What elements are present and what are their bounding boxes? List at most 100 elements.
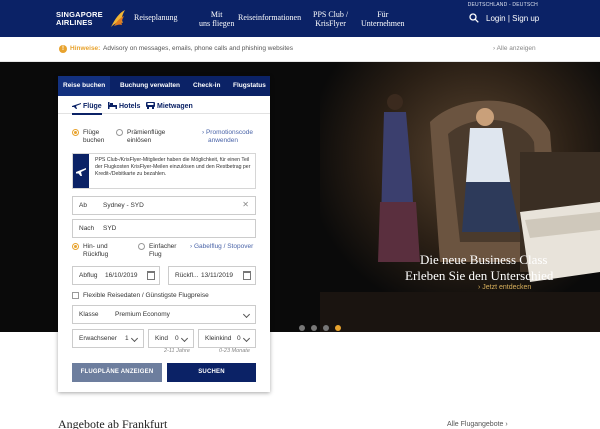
carousel-dot[interactable]: [311, 325, 317, 331]
singapore-airlines-logo[interactable]: SINGAPORE AIRLINES: [56, 9, 128, 31]
label-line1: Prämienflüge: [127, 129, 166, 136]
tab-flugstatus[interactable]: Flugstatus: [233, 82, 266, 89]
nav-label: Reiseinformationen: [238, 13, 302, 22]
promotion-code-link[interactable]: › Promotionscode anwenden: [202, 129, 253, 145]
subtab-fluege[interactable]: Flüge: [72, 101, 102, 115]
from-label: Ab: [79, 202, 87, 209]
label-line2: Flug: [149, 251, 162, 258]
label-line1: Einfacher: [149, 243, 177, 250]
all-offers-link[interactable]: Alle Flugangebote ›: [447, 421, 508, 428]
label-line2: einlösen: [127, 137, 152, 144]
radio-label-fluege-buchen: Flüge buchen: [83, 129, 104, 145]
cabin-class-select[interactable]: Klasse Premium Economy: [72, 305, 256, 324]
infants-age-hint: 0-23 Monate: [219, 348, 250, 354]
auth-separator: |: [507, 14, 510, 23]
chevron-down-icon: [180, 334, 189, 343]
stopover-link[interactable]: › Gabelflug / Stopover: [190, 243, 253, 251]
hero-cta-link[interactable]: › Jetzt entdecken: [478, 284, 531, 291]
clear-icon[interactable]: ✕: [242, 200, 249, 209]
to-label: Nach: [79, 225, 95, 232]
promo-line1: › Promotionscode: [202, 129, 253, 136]
calendar-icon[interactable]: [147, 271, 155, 280]
advisory-label: Hinweise:: [70, 45, 101, 52]
top-navigation: SINGAPORE AIRLINES Reiseplanung Mit uns …: [0, 0, 600, 37]
subtab-hotels[interactable]: Hotels: [108, 101, 140, 110]
logo-line2: AIRLINES: [56, 18, 93, 27]
radio-einfacher-flug[interactable]: [138, 243, 145, 250]
carousel-dot-active[interactable]: [335, 325, 341, 331]
tab-check-in[interactable]: Check-in: [193, 82, 220, 89]
adults-select[interactable]: Erwachsener 1: [72, 329, 144, 348]
adults-label: Erwachsener: [79, 335, 117, 342]
label-line1: Flüge: [83, 129, 100, 136]
departure-date-field[interactable]: Abflug 16/10/2019: [72, 266, 160, 285]
booking-tabs: Reise buchen Buchung verwalten Check-in …: [58, 76, 270, 96]
children-label: Kind: [155, 335, 169, 342]
carousel-dot[interactable]: [299, 325, 305, 331]
hero-subheadline: Erleben Sie den Unterschied: [405, 268, 554, 283]
from-value[interactable]: Sydney - SYD: [103, 202, 144, 209]
logo-text: SINGAPORE AIRLINES: [56, 11, 103, 27]
calendar-icon[interactable]: [243, 271, 251, 280]
krisflyer-info-text: PPS Club-/KrisFlyer-Mitglieder haben die…: [95, 157, 251, 177]
children-age-hint: 2-11 Jahre: [164, 348, 190, 354]
search-icon[interactable]: [469, 13, 479, 23]
chevron-down-icon: [242, 334, 251, 343]
chevron-down-icon: [242, 310, 251, 319]
locale-selector[interactable]: DEUTSCHLAND - DEUTSCH: [468, 2, 538, 8]
radio-label-praemienfluege: Prämienflüge einlösen: [127, 129, 165, 145]
carousel-dot[interactable]: [323, 325, 329, 331]
class-label: Klasse: [79, 311, 99, 318]
chevron-down-icon: [130, 334, 139, 343]
subtab-mietwagen[interactable]: Mietwagen: [146, 101, 193, 110]
nav-pps-club-krisflyer[interactable]: PPS Club / KrisFlyer: [313, 10, 348, 28]
subtab-label: Mietwagen: [157, 103, 193, 110]
advisory-bar: ! Hinweise: Advisory on messages, emails…: [0, 37, 600, 62]
flexible-dates-checkbox[interactable]: [72, 292, 79, 299]
to-value[interactable]: SYD: [103, 225, 116, 232]
return-value[interactable]: 13/11/2019: [201, 272, 233, 279]
class-value: Premium Economy: [115, 311, 170, 318]
plane-icon: [72, 103, 81, 109]
radio-label-hin-und-rueckflug: Hin- und Rückflug: [83, 243, 108, 259]
show-flight-schedules-button[interactable]: FLUGPLÄNE ANZEIGEN: [72, 363, 162, 382]
radio-hin-und-rueckflug[interactable]: [72, 243, 79, 250]
to-field[interactable]: Nach SYD: [72, 219, 256, 238]
nav-reiseplanung[interactable]: Reiseplanung: [134, 13, 178, 23]
nav-fuer-unternehmen[interactable]: Für Unternehmen: [361, 10, 405, 28]
radio-fluege-buchen[interactable]: [72, 129, 79, 136]
label-line2: Rückflug: [83, 251, 109, 258]
adults-value: 1: [125, 335, 129, 342]
warning-icon: !: [59, 45, 67, 53]
search-button[interactable]: SUCHEN: [167, 363, 256, 382]
subtab-label: Flüge: [83, 103, 102, 110]
children-select[interactable]: Kind 0: [148, 329, 194, 348]
tab-reise-buchen[interactable]: Reise buchen: [58, 76, 111, 96]
login-link[interactable]: Login: [486, 14, 506, 23]
promo-line2: anwenden: [208, 137, 238, 144]
from-field[interactable]: Ab Sydney - SYD ✕: [72, 196, 256, 215]
nav-label: Reiseplanung: [134, 13, 178, 22]
return-date-field[interactable]: Rückfl... 13/11/2019: [168, 266, 256, 285]
booking-widget: Reise buchen Buchung verwalten Check-in …: [58, 76, 270, 392]
return-label: Rückfl...: [175, 272, 199, 279]
offers-heading: Angebote ab Frankfurt: [58, 417, 168, 429]
nav-reiseinformationen[interactable]: Reiseinformationen: [238, 13, 302, 23]
krisflyer-info-box: PPS Club-/KrisFlyer-Mitglieder haben die…: [72, 153, 256, 189]
depart-value[interactable]: 16/10/2019: [105, 272, 138, 279]
plane-icon: [76, 168, 86, 176]
bird-logo-icon: [111, 10, 125, 27]
subtab-label: Hotels: [119, 103, 141, 110]
nav-label-line2: Unternehmen: [361, 18, 405, 28]
nav-mit-uns-fliegen[interactable]: Mit uns fliegen: [199, 10, 235, 28]
advisory-text[interactable]: Advisory on messages, emails, phone call…: [103, 45, 293, 52]
nav-label-line2: uns fliegen: [199, 18, 235, 28]
label-line1: Hin- und: [83, 243, 108, 250]
tab-buchung-verwalten[interactable]: Buchung verwalten: [120, 82, 180, 89]
label-line2: buchen: [83, 137, 105, 144]
infants-select[interactable]: Kleinkind 0: [198, 329, 256, 348]
nav-label-line2: KrisFlyer: [315, 18, 346, 28]
advisory-show-all-link[interactable]: › Alle anzeigen: [493, 45, 536, 52]
signup-link[interactable]: Sign up: [512, 14, 539, 23]
radio-praemienfluege[interactable]: [116, 129, 123, 136]
